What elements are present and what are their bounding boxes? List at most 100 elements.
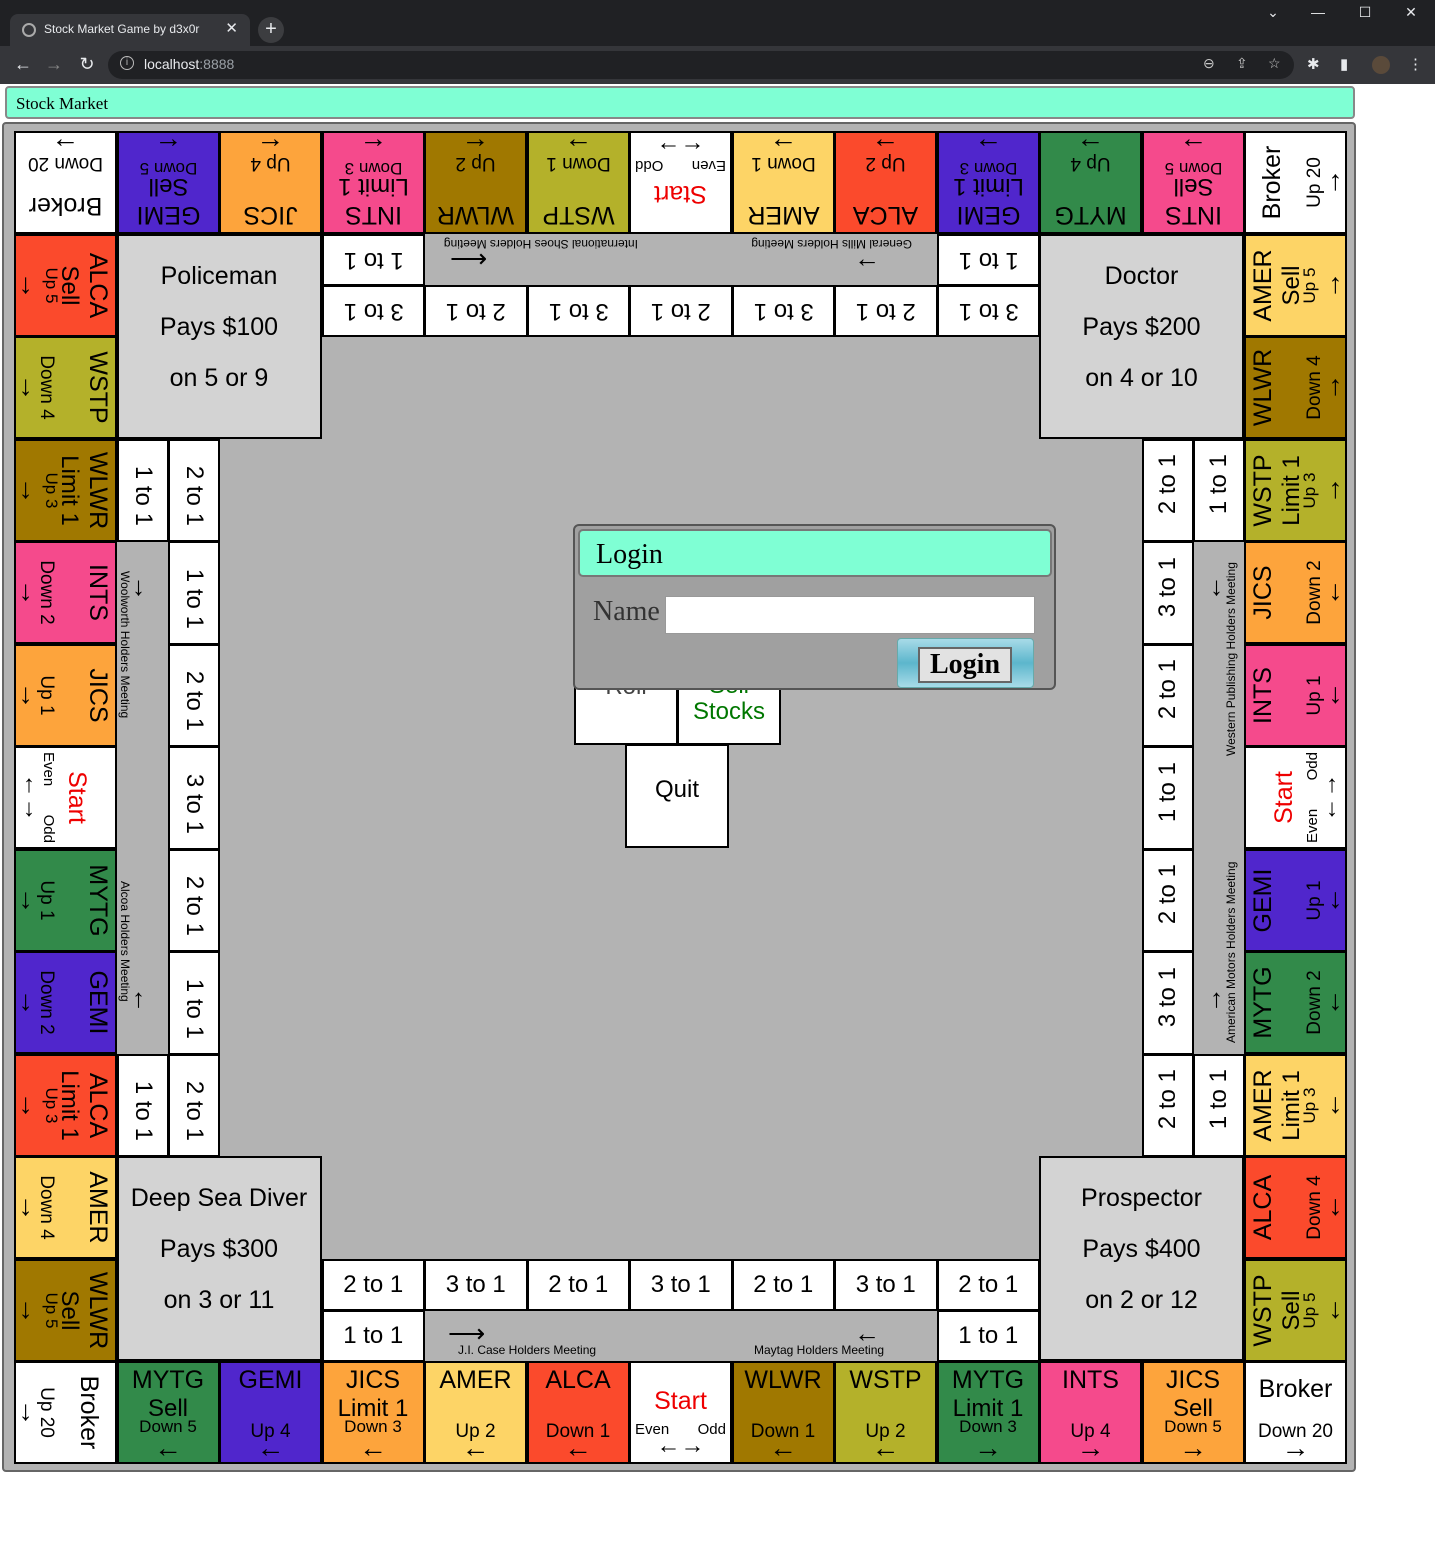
odds-cell[interactable]: 1 to 1 xyxy=(321,233,425,286)
board-square-start[interactable]: Start Even Odd ←→ xyxy=(1244,746,1347,849)
share-icon[interactable]: ⇪ xyxy=(1236,55,1248,72)
board-square-stock[interactable]: INTS Limit 1 Down 3 ← xyxy=(321,131,425,234)
board-square-stock[interactable]: JICS Up 4 ← xyxy=(219,131,322,234)
odds-cell[interactable]: 1 to 1 xyxy=(1192,1053,1245,1157)
board-square-stock[interactable]: INTS Up 1 ← xyxy=(1244,643,1347,747)
board-square-stock[interactable]: WLWR Sell Up 5 → xyxy=(14,1258,117,1362)
odds-cell[interactable]: 1 to 1 xyxy=(321,1309,425,1362)
board-square-stock[interactable]: ALCA Up 2 → xyxy=(834,131,937,234)
board-square-stock[interactable]: WSTP Up 2 ← xyxy=(834,1361,937,1464)
board-square-stock[interactable]: JICS Up 1 → xyxy=(14,643,117,747)
odds-cell[interactable]: 1 to 1 xyxy=(936,1309,1040,1362)
forward-icon[interactable]: → xyxy=(42,54,66,75)
info-icon[interactable]: i xyxy=(120,56,134,70)
board-square-start[interactable]: Start Even Odd ←→ xyxy=(14,746,117,849)
quit-button[interactable]: Quit xyxy=(625,744,729,848)
close-window-button[interactable]: ✕ xyxy=(1396,4,1426,21)
board-square-stock[interactable]: AMER Sell Up 5 → xyxy=(1244,233,1347,337)
address-bar[interactable]: i localhost:8888 ⊖ ⇪ ☆ xyxy=(108,51,1294,79)
odds-cell[interactable]: 2 to 1 xyxy=(731,1258,835,1311)
odds-cell[interactable]: 3 to 1 xyxy=(731,284,835,337)
board-square-stock[interactable]: WLWR Limit 1 Up 3 → xyxy=(14,438,117,542)
board-square-stock[interactable]: AMER Down 4 → xyxy=(14,1156,117,1259)
odds-cell[interactable]: 1 to 1 xyxy=(116,1053,169,1157)
menu-icon[interactable]: ⋮ xyxy=(1408,55,1423,73)
board-square-stock[interactable]: JICS Sell Down 5 → xyxy=(1141,1361,1245,1464)
board-square-stock[interactable]: GEMI Down 2 → xyxy=(14,951,117,1054)
odds-cell[interactable]: 2 to 1 xyxy=(167,1053,220,1157)
board-square-stock[interactable]: WSTP Down 1 → xyxy=(526,131,630,234)
star-icon[interactable]: ☆ xyxy=(1268,55,1281,72)
odds-cell[interactable]: 3 to 1 xyxy=(1141,951,1194,1055)
odds-cell[interactable]: 2 to 1 xyxy=(1141,848,1194,952)
board-square-start[interactable]: Start Even Odd ←→ xyxy=(629,1361,732,1464)
odds-cell[interactable]: 2 to 1 xyxy=(1141,643,1194,747)
reload-icon[interactable]: ↻ xyxy=(75,54,99,75)
odds-cell[interactable]: 1 to 1 xyxy=(1141,746,1194,850)
zoom-icon[interactable]: ⊖ xyxy=(1203,55,1215,72)
odds-cell[interactable]: 2 to 1 xyxy=(834,284,938,337)
profile-avatar[interactable] xyxy=(1372,56,1390,74)
board-square-stock[interactable]: AMER Limit 1 Up 3 ← xyxy=(1244,1053,1347,1157)
board-square-stock[interactable]: WSTP Limit 1 Up 3 → xyxy=(1244,438,1347,542)
board-square-stock[interactable]: AMER Up 2 ← xyxy=(424,1361,527,1464)
odds-cell[interactable]: 2 to 1 xyxy=(167,438,220,542)
board-square-stock[interactable]: INTS Down 2 → xyxy=(14,541,117,644)
odds-cell[interactable]: 3 to 1 xyxy=(936,284,1040,337)
board-square-broker[interactable]: Broker Up 20 → xyxy=(14,1361,117,1464)
odds-cell[interactable]: 1 to 1 xyxy=(936,233,1040,286)
board-square-stock[interactable]: GEMI Sell Down 5 ← xyxy=(116,131,220,234)
odds-cell[interactable]: 2 to 1 xyxy=(167,643,220,747)
odds-cell[interactable]: 2 to 1 xyxy=(1141,438,1194,542)
board-square-stock[interactable]: MYTG Limit 1 Down 3 → xyxy=(936,1361,1040,1464)
odds-cell[interactable]: 1 to 1 xyxy=(167,541,220,645)
odds-cell[interactable]: 3 to 1 xyxy=(526,284,630,337)
board-square-stock[interactable]: MYTG Down 2 ← xyxy=(1244,951,1347,1054)
board-square-stock[interactable]: INTS Up 4 → xyxy=(1039,1361,1142,1464)
board-square-broker[interactable]: Broker Down 20 → xyxy=(1244,1361,1347,1464)
board-square-stock[interactable]: INTS Sell Down 5 → xyxy=(1141,131,1245,234)
board-square-broker[interactable]: Broker Up 20 → xyxy=(1244,131,1347,234)
browser-tab[interactable]: Stock Market Game by d3x0r ✕ xyxy=(10,14,250,46)
odds-cell[interactable]: 3 to 1 xyxy=(629,1258,733,1311)
odds-cell[interactable]: 3 to 1 xyxy=(321,284,425,337)
odds-cell[interactable]: 2 to 1 xyxy=(526,1258,630,1311)
odds-cell[interactable]: 3 to 1 xyxy=(1141,541,1194,645)
chevron-down-icon[interactable]: ⌄ xyxy=(1258,4,1288,21)
odds-cell[interactable]: 1 to 1 xyxy=(1192,438,1245,542)
board-square-stock[interactable]: MYTG Up 1 → xyxy=(14,848,117,952)
board-square-stock[interactable]: GEMI Up 1 ← xyxy=(1244,848,1347,952)
board-square-stock[interactable]: JICS Limit 1 Down 3 ← xyxy=(321,1361,425,1464)
board-square-stock[interactable]: WSTP Down 4 → xyxy=(14,336,117,439)
login-button[interactable]: Login xyxy=(897,638,1034,688)
board-square-start[interactable]: Start Even Odd ←→ xyxy=(629,131,732,234)
odds-cell[interactable]: 2 to 1 xyxy=(167,848,220,952)
board-square-stock[interactable]: WLWR Up 2 ← xyxy=(424,131,527,234)
odds-cell[interactable]: 2 to 1 xyxy=(936,1258,1040,1311)
back-icon[interactable]: ← xyxy=(11,54,35,75)
board-square-stock[interactable]: MYTG Sell Down 5 ← xyxy=(116,1361,220,1464)
board-square-stock[interactable]: GEMI Up 4 ← xyxy=(219,1361,322,1464)
board-square-stock[interactable]: JICS Down 2 ← xyxy=(1244,541,1347,644)
name-input[interactable] xyxy=(665,596,1035,634)
odds-cell[interactable]: 1 to 1 xyxy=(116,438,169,542)
board-square-stock[interactable]: AMER Down 1 → xyxy=(731,131,835,234)
board-square-broker[interactable]: Broker Down 20 → xyxy=(14,131,117,234)
board-square-stock[interactable]: WLWR Down 1 ← xyxy=(731,1361,835,1464)
odds-cell[interactable]: 2 to 1 xyxy=(629,284,733,337)
extensions-icon[interactable]: ✱ xyxy=(1307,55,1320,73)
odds-cell[interactable]: 2 to 1 xyxy=(1141,1053,1194,1157)
board-square-stock[interactable]: WLWR Down 4 → xyxy=(1244,336,1347,439)
close-tab-icon[interactable]: ✕ xyxy=(225,19,238,37)
sidepanel-icon[interactable]: ▮ xyxy=(1340,55,1348,73)
board-square-stock[interactable]: ALCA Sell Up 5 → xyxy=(14,233,117,337)
board-square-stock[interactable]: WSTP Sell Up 5 ← xyxy=(1244,1258,1347,1362)
board-square-stock[interactable]: ALCA Down 1 ← xyxy=(526,1361,630,1464)
odds-cell[interactable]: 3 to 1 xyxy=(834,1258,938,1311)
odds-cell[interactable]: 1 to 1 xyxy=(167,951,220,1055)
odds-cell[interactable]: 3 to 1 xyxy=(167,746,220,850)
odds-cell[interactable]: 2 to 1 xyxy=(424,284,528,337)
maximize-button[interactable]: ☐ xyxy=(1350,4,1380,21)
minimize-button[interactable]: — xyxy=(1303,4,1333,20)
board-square-stock[interactable]: MYTG Up 4 → xyxy=(1039,131,1142,234)
